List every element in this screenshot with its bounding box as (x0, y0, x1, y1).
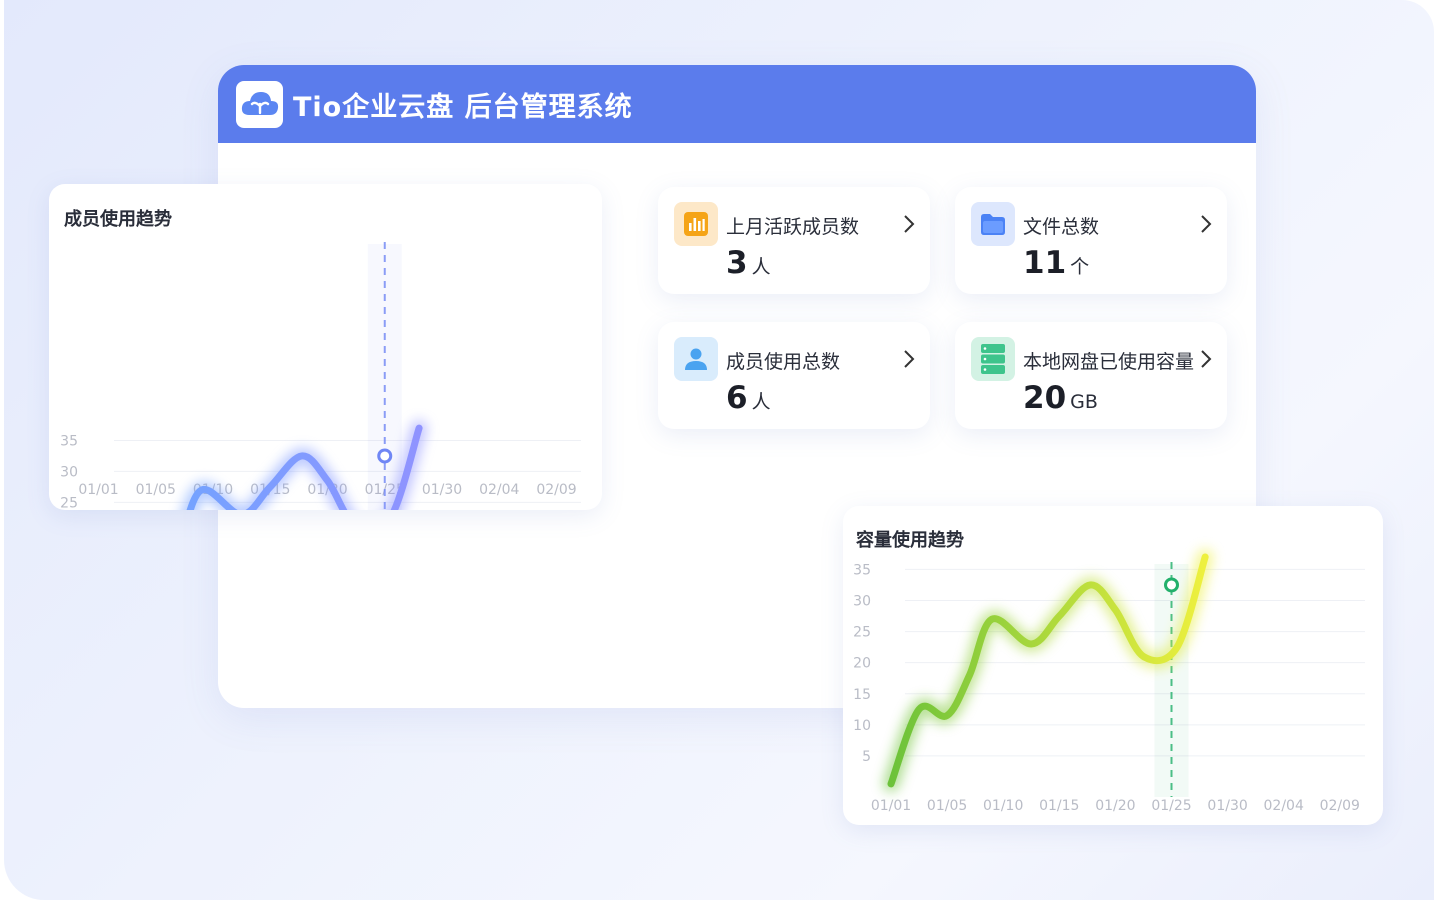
stat-unit: 人 (751, 391, 771, 413)
stat-label: 本地网盘已使用容量 (1023, 351, 1195, 373)
x-tick-label: 02/04 (1264, 798, 1304, 814)
stat-value: 20 GB (1023, 380, 1098, 416)
member-trend-card: 成员使用趋势 510152025303501/0101/0501/1001/15… (49, 184, 602, 510)
user-icon (674, 337, 718, 381)
stat-value: 3人 (726, 245, 771, 281)
chevron-right-icon[interactable] (902, 348, 916, 370)
highlight-point[interactable] (1164, 577, 1179, 593)
stat-number: 20 (1023, 380, 1067, 416)
x-tick-label: 01/25 (1151, 798, 1191, 814)
stat-card-active-members[interactable]: 上月活跃成员数 3人 (658, 187, 930, 294)
y-tick-label: 15 (853, 687, 871, 703)
stat-label: 上月活跃成员数 (726, 216, 860, 238)
title-bar: Tio企业云盘 后台管理系统 (218, 65, 1256, 143)
stat-unit: GB (1070, 391, 1098, 413)
y-tick-label: 35 (853, 562, 871, 578)
y-tick-label: 35 (60, 433, 78, 449)
stat-card-total-files[interactable]: 文件总数 11 个 (955, 187, 1227, 294)
x-tick-label: 01/05 (927, 798, 967, 814)
stat-value: 6人 (726, 380, 771, 416)
app-title: Tio企业云盘 后台管理系统 (293, 91, 633, 123)
cloud-icon (236, 80, 283, 128)
x-tick-label: 01/05 (136, 482, 176, 498)
highlight-point[interactable] (377, 448, 393, 464)
y-tick-label: 25 (60, 495, 78, 510)
x-tick-label: 01/20 (1095, 798, 1135, 814)
y-tick-label: 30 (853, 594, 871, 610)
bar-chart-icon (674, 202, 718, 246)
stat-number: 3 (726, 245, 748, 281)
x-tick-label: 01/30 (1207, 798, 1247, 814)
x-tick-label: 01/01 (78, 482, 118, 498)
folder-icon (971, 202, 1015, 246)
stat-unit: 人 (751, 256, 771, 278)
stat-label: 成员使用总数 (726, 351, 841, 373)
capacity-trend-card: 容量使用趋势 5 10 15 20 25 30 35 01/01 01/05 01/10 01/15… (843, 506, 1383, 825)
stat-label: 文件总数 (1023, 216, 1100, 238)
capacity-trend-chart: 5 10 15 20 25 30 35 01/01 01/05 01/10 01/15 01/20 01… (853, 549, 1365, 814)
stat-card-storage-used[interactable]: 本地网盘已使用容量 20 GB (955, 322, 1227, 429)
x-tick-label: 01/30 (422, 482, 462, 498)
y-tick-label: 25 (853, 625, 871, 641)
x-tick-label: 01/10 (983, 798, 1023, 814)
server-icon (971, 337, 1015, 381)
y-tick-label: 30 (60, 464, 78, 480)
x-tick-label: 02/04 (479, 482, 519, 498)
chevron-right-icon[interactable] (902, 213, 916, 235)
x-tick-label: 01/15 (1039, 798, 1079, 814)
x-tick-label: 02/09 (536, 482, 576, 498)
stat-number: 6 (726, 380, 748, 416)
y-tick-label: 20 (853, 656, 871, 672)
stat-card-total-members[interactable]: 成员使用总数 6人 (658, 322, 930, 429)
y-tick-label: 10 (853, 718, 871, 734)
stat-number: 11 (1023, 245, 1067, 281)
x-tick-label: 02/09 (1320, 798, 1360, 814)
x-tick-label: 01/01 (871, 798, 911, 814)
y-tick-label: 5 (862, 749, 871, 765)
chevron-right-icon[interactable] (1199, 348, 1213, 370)
stat-unit: 个 (1070, 256, 1090, 278)
chevron-right-icon[interactable] (1199, 213, 1213, 235)
stat-value: 11 个 (1023, 245, 1089, 281)
member-trend-chart: 510152025303501/0101/0501/1001/1501/2001… (60, 242, 581, 510)
